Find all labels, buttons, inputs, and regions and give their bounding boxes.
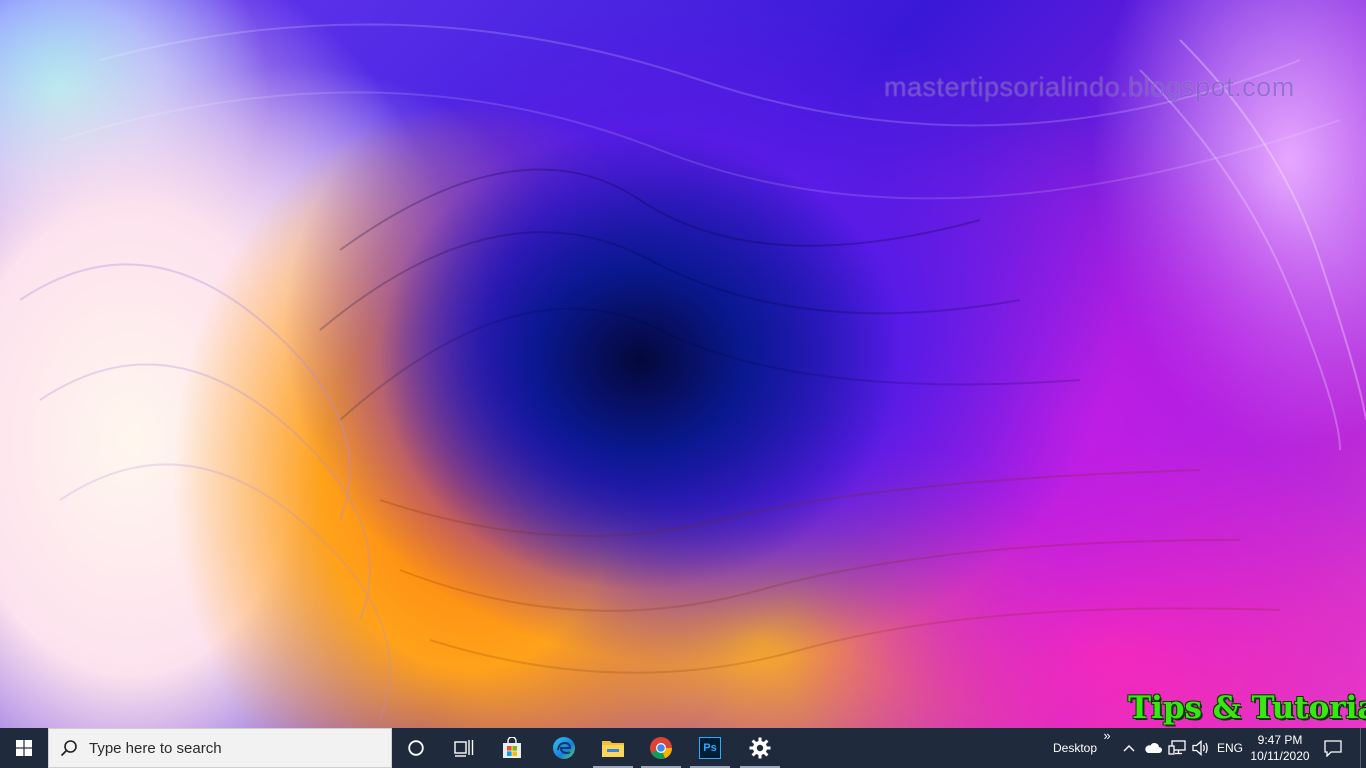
show-hidden-icons-button[interactable] xyxy=(1118,728,1140,768)
clock-time: 9:47 PM xyxy=(1257,733,1303,747)
photoshop-icon: Ps xyxy=(699,737,721,759)
photoshop-button[interactable]: Ps xyxy=(686,728,734,768)
start-button[interactable] xyxy=(0,728,48,768)
show-desktop-button[interactable] xyxy=(1360,728,1366,768)
search-icon xyxy=(49,728,89,768)
task-view-button[interactable] xyxy=(440,728,488,768)
edge-icon xyxy=(553,737,575,759)
tips-tutorial-logo: Tips & Tutorial xyxy=(1128,690,1366,726)
volume-tray-button[interactable] xyxy=(1190,728,1212,768)
clock[interactable]: 9:47 PM 10/11/2020 xyxy=(1244,728,1316,768)
watermark-text: mastertipsorialindo.blogspot.com xyxy=(884,72,1295,102)
task-view-icon xyxy=(454,740,474,757)
settings-icon xyxy=(749,737,771,759)
clock-date: 10/11/2020 xyxy=(1250,749,1310,763)
onedrive-tray-button[interactable] xyxy=(1142,728,1164,768)
desktop-toolbar-label: Desktop xyxy=(1052,741,1098,755)
cortana-icon xyxy=(408,740,424,756)
chrome-icon xyxy=(650,737,673,760)
network-wired-icon xyxy=(1168,740,1186,755)
cloud-icon xyxy=(1145,743,1162,753)
taskbar: Type here to search Ps Desktop » ENG 9:4… xyxy=(0,728,1366,768)
microsoft-store-icon xyxy=(503,737,521,758)
chrome-button[interactable] xyxy=(637,728,685,768)
language-label: ENG xyxy=(1216,741,1243,755)
desktop-toolbar[interactable]: Desktop xyxy=(1046,728,1104,768)
notification-icon xyxy=(1324,739,1342,757)
network-tray-button[interactable] xyxy=(1166,728,1188,768)
input-language-button[interactable]: ENG xyxy=(1214,728,1246,768)
speaker-icon xyxy=(1192,740,1208,756)
microsoft-store-button[interactable] xyxy=(488,728,536,768)
photoshop-icon-label: Ps xyxy=(703,742,717,754)
file-explorer-icon xyxy=(602,741,624,757)
desktop-wallpaper[interactable]: mastertipsorialindo.blogspot.com Tips & … xyxy=(0,0,1366,728)
search-placeholder: Type here to search xyxy=(89,739,222,757)
windows-logo-icon xyxy=(16,740,32,756)
wallpaper-ripples xyxy=(19,23,1366,721)
edge-button[interactable] xyxy=(540,728,588,768)
double-chevron-icon: » xyxy=(1103,728,1111,743)
toolbar-expand-chevron[interactable]: » xyxy=(1100,728,1114,748)
chevron-up-icon xyxy=(1123,745,1135,752)
action-center-button[interactable] xyxy=(1318,728,1348,768)
cortana-button[interactable] xyxy=(392,728,440,768)
settings-button[interactable] xyxy=(736,728,784,768)
file-explorer-button[interactable] xyxy=(589,728,637,768)
search-box[interactable]: Type here to search xyxy=(48,728,392,768)
